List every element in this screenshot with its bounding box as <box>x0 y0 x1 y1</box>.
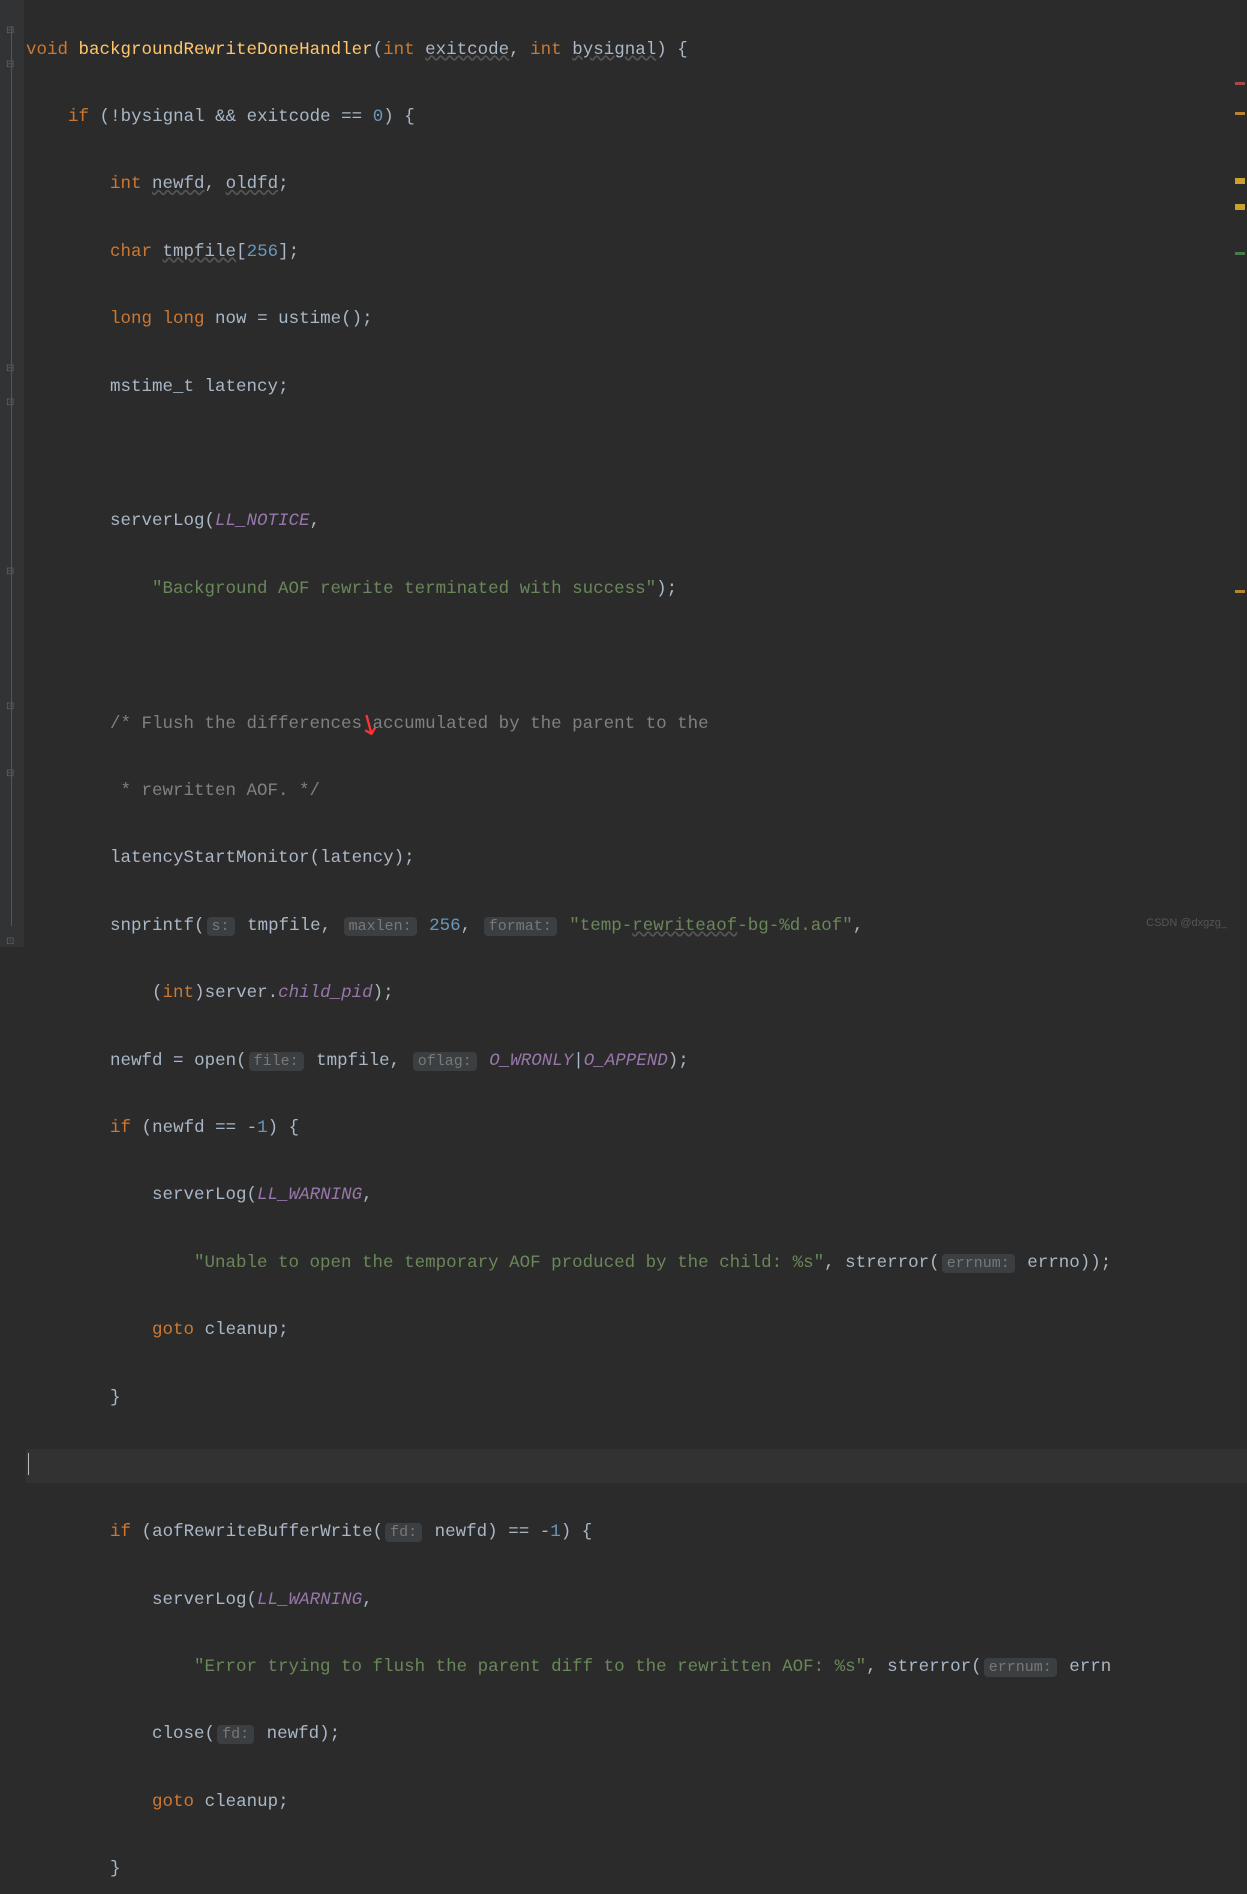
marks-gutter[interactable] <box>1233 0 1247 947</box>
inlay-hint: errnum: <box>984 1658 1057 1677</box>
code-line[interactable]: "Error trying to flush the parent diff t… <box>26 1651 1247 1685</box>
parameter: bysignal <box>572 40 656 60</box>
code-line[interactable]: newfd = open(file: tmpfile, oflag: O_WRO… <box>26 1045 1247 1079</box>
parameter: exitcode <box>425 40 509 60</box>
code-line[interactable]: /* Flush the differences accumulated by … <box>26 708 1247 742</box>
code-line[interactable]: char tmpfile[256]; <box>26 236 1247 270</box>
code-line[interactable]: mstime_t latency; <box>26 371 1247 405</box>
code-line[interactable]: void backgroundRewriteDoneHandler(int ex… <box>26 34 1247 68</box>
comment: * rewritten AOF. */ <box>110 781 320 801</box>
warning-mark[interactable] <box>1235 112 1245 115</box>
inlay-hint: fd: <box>385 1523 422 1542</box>
inlay-hint: errnum: <box>942 1254 1015 1273</box>
caret-line[interactable] <box>26 1449 1247 1483</box>
code-line[interactable]: "Unable to open the temporary AOF produc… <box>26 1247 1247 1281</box>
comment: /* Flush the differences accumulated by … <box>110 714 709 734</box>
inlay-hint: fd: <box>217 1725 254 1744</box>
code-line[interactable]: goto cleanup; <box>26 1786 1247 1820</box>
gutter[interactable]: ⊟ ⊟ ⊟ ⊡ ⊟ ⊡ ⊟ ⊡ <box>0 0 24 947</box>
code-editor[interactable]: ⊟ ⊟ ⊟ ⊡ ⊟ ⊡ ⊟ ⊡ void backgroundRewriteDo… <box>0 0 1247 947</box>
string-literal: "Error trying to flush the parent diff t… <box>194 1657 866 1677</box>
inlay-hint: oflag: <box>413 1052 477 1071</box>
keyword: int <box>383 40 415 60</box>
code-line[interactable]: close(fd: newfd); <box>26 1718 1247 1752</box>
warning-mark[interactable] <box>1235 178 1245 184</box>
inlay-hint: maxlen: <box>344 917 417 936</box>
code-line[interactable] <box>26 438 1247 472</box>
keyword: char <box>110 242 152 262</box>
string-literal: "Background AOF rewrite terminated with … <box>152 579 656 599</box>
code-line[interactable]: serverLog(LL_WARNING, <box>26 1584 1247 1618</box>
keyword: if <box>68 107 89 127</box>
code-line[interactable]: serverLog(LL_WARNING, <box>26 1179 1247 1213</box>
fold-icon[interactable]: ⊟ <box>6 15 16 25</box>
keyword: long long <box>110 309 205 329</box>
code-content[interactable]: void backgroundRewriteDoneHandler(int ex… <box>24 0 1247 947</box>
code-line[interactable] <box>26 640 1247 674</box>
fold-end-icon[interactable]: ⊡ <box>6 926 16 936</box>
code-line[interactable]: if (!bysignal && exitcode == 0) { <box>26 101 1247 135</box>
code-line[interactable]: serverLog(LL_NOTICE, <box>26 505 1247 539</box>
code-line[interactable]: latencyStartMonitor(latency); <box>26 842 1247 876</box>
string-literal: "Unable to open the temporary AOF produc… <box>194 1253 824 1273</box>
code-line[interactable]: if (aofRewriteBufferWrite(fd: newfd) == … <box>26 1516 1247 1550</box>
inlay-hint: file: <box>249 1052 304 1071</box>
inlay-hint: format: <box>484 917 557 936</box>
code-line[interactable]: * rewritten AOF. */ <box>26 775 1247 809</box>
ok-mark[interactable] <box>1235 252 1245 255</box>
code-line[interactable]: if (newfd == -1) { <box>26 1112 1247 1146</box>
code-line[interactable]: (int)server.child_pid); <box>26 977 1247 1011</box>
code-line[interactable]: long long now = ustime(); <box>26 303 1247 337</box>
code-line[interactable]: } <box>26 1382 1247 1416</box>
keyword: void <box>26 40 68 60</box>
code-line[interactable]: goto cleanup; <box>26 1314 1247 1348</box>
error-mark[interactable] <box>1235 82 1245 85</box>
keyword: int <box>110 174 142 194</box>
code-line[interactable]: int newfd, oldfd; <box>26 168 1247 202</box>
code-line[interactable]: snprintf(s: tmpfile, maxlen: 256, format… <box>26 910 1247 944</box>
warning-mark[interactable] <box>1235 590 1245 593</box>
function-name: backgroundRewriteDoneHandler <box>79 40 373 60</box>
code-line[interactable]: "Background AOF rewrite terminated with … <box>26 573 1247 607</box>
caret-icon <box>28 1453 29 1475</box>
warning-mark[interactable] <box>1235 204 1245 210</box>
watermark: CSDN @dxgzg_ <box>1146 907 1227 941</box>
code-line[interactable]: } <box>26 1853 1247 1887</box>
inlay-hint: s: <box>207 917 235 936</box>
keyword: int <box>530 40 562 60</box>
